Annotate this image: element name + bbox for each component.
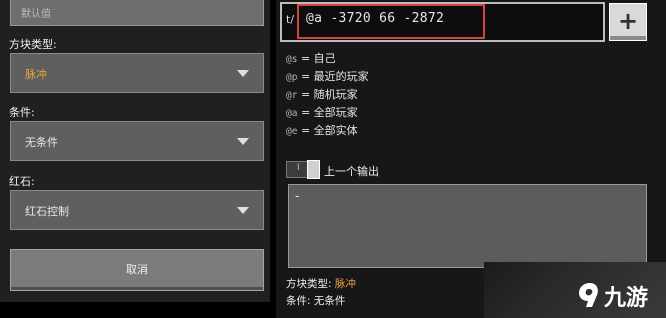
info-block-type: 方块类型: 脉冲 xyxy=(286,278,356,290)
top-text-field[interactable]: 默认值 xyxy=(10,0,264,26)
redstone-dropdown[interactable]: 红石控制 xyxy=(10,190,264,230)
chevron-down-icon xyxy=(237,207,249,214)
selector-item: @p = 最近的玩家 xyxy=(286,70,369,83)
condition-value: 无条件 xyxy=(25,136,58,149)
add-button[interactable]: + xyxy=(609,3,647,41)
block-type-value: 脉冲 xyxy=(25,68,47,81)
nine-game-logo-icon xyxy=(579,283,598,307)
previous-output-label: 上一个输出 xyxy=(324,165,379,178)
condition-label: 条件: xyxy=(9,106,35,119)
toggle-mark: I xyxy=(297,163,300,173)
left-settings-panel: 默认值 方块类型: 脉冲 条件: 无条件 红石: 红石控制 取消 xyxy=(0,0,270,302)
selector-help-list: @s = 自己 @p = 最近的玩家 @r = 随机玩家 @a = 全部玩家 @… xyxy=(286,50,369,140)
redstone-value: 红石控制 xyxy=(25,205,69,218)
chevron-down-icon xyxy=(237,138,249,145)
selector-item: @s = 自己 xyxy=(286,52,336,65)
selector-item: @a = 全部玩家 xyxy=(286,106,358,119)
watermark-text: 九游 xyxy=(604,286,649,311)
redstone-label: 红石: xyxy=(9,175,35,188)
chevron-down-icon xyxy=(237,70,249,77)
highlight-annotation-box xyxy=(297,4,485,39)
selector-item: @e = 全部实体 xyxy=(286,124,358,137)
condition-dropdown[interactable]: 无条件 xyxy=(10,121,264,161)
previous-output-box: - xyxy=(288,184,647,268)
cancel-button[interactable]: 取消 xyxy=(10,249,264,291)
info-condition: 条件: 无条件 xyxy=(286,295,346,307)
toggle-knob[interactable] xyxy=(307,160,320,179)
selector-item: @r = 随机玩家 xyxy=(286,88,358,101)
command-prefix: t/ xyxy=(286,13,295,26)
previous-output-toggle[interactable]: I xyxy=(286,160,320,179)
block-type-dropdown[interactable]: 脉冲 xyxy=(10,53,264,93)
output-text: - xyxy=(295,189,300,203)
block-type-label: 方块类型: xyxy=(9,38,57,51)
